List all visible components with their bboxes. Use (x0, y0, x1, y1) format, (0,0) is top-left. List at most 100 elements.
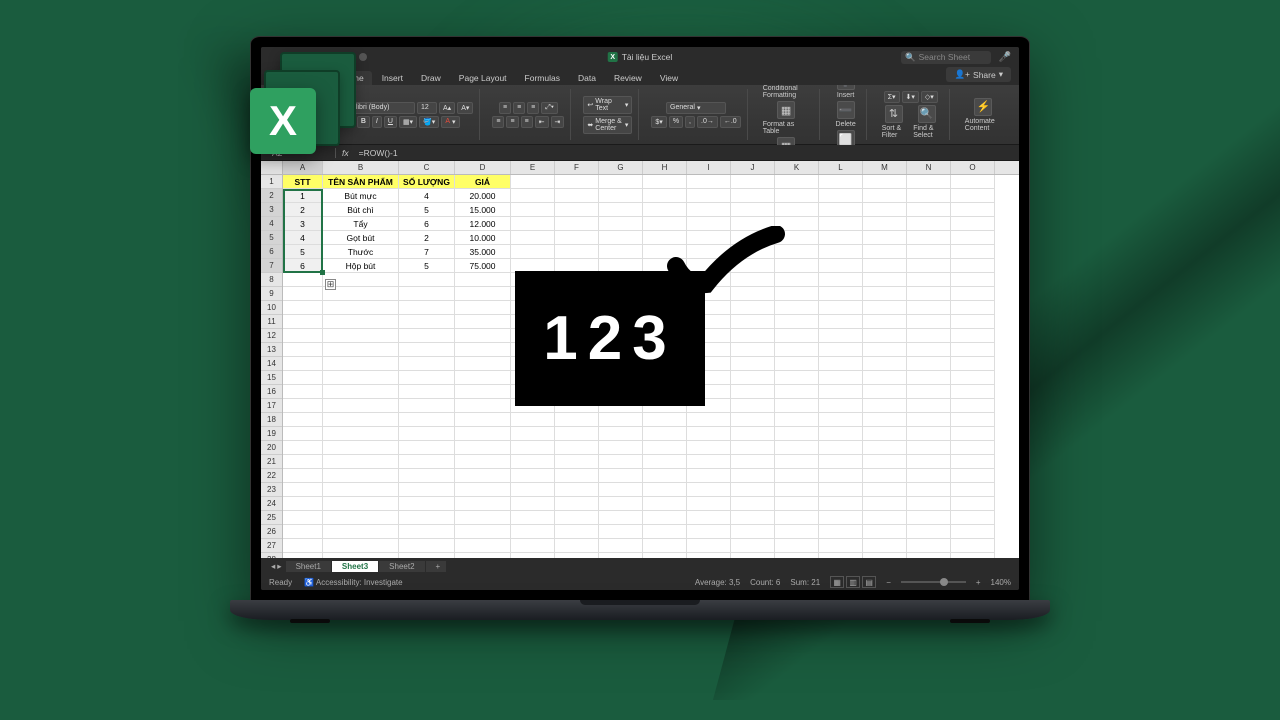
cell[interactable] (951, 525, 995, 539)
cell[interactable]: 20.000 (455, 189, 511, 203)
orientation-button[interactable]: ⤢▾ (541, 102, 558, 114)
cell[interactable] (907, 231, 951, 245)
cell[interactable] (599, 539, 643, 553)
cell[interactable] (283, 315, 323, 329)
cell[interactable] (907, 301, 951, 315)
cell[interactable] (599, 413, 643, 427)
cell[interactable] (511, 427, 555, 441)
cell[interactable] (775, 511, 819, 525)
column-header-E[interactable]: E (511, 161, 555, 174)
select-all-corner[interactable] (261, 161, 283, 175)
cell[interactable] (863, 343, 907, 357)
cell[interactable] (399, 483, 455, 497)
cell[interactable] (863, 371, 907, 385)
cell[interactable] (731, 175, 775, 189)
cell[interactable]: 6 (399, 217, 455, 231)
row-header-20[interactable]: 20 (261, 441, 282, 455)
cell[interactable] (819, 497, 863, 511)
cell[interactable] (283, 455, 323, 469)
sheet-tab-2[interactable]: Sheet3 (332, 561, 379, 572)
cell[interactable] (687, 511, 731, 525)
row-header-13[interactable]: 13 (261, 343, 282, 357)
cell[interactable] (399, 413, 455, 427)
cell[interactable] (907, 413, 951, 427)
row-headers[interactable]: 1234567891011121314151617181920212223242… (261, 161, 283, 558)
cell[interactable] (907, 315, 951, 329)
cell[interactable] (323, 427, 399, 441)
row-header-17[interactable]: 17 (261, 399, 282, 413)
underline-button[interactable]: U (384, 116, 397, 128)
cell[interactable] (731, 553, 775, 558)
align-top-button[interactable]: ≡ (499, 102, 511, 114)
mic-icon[interactable]: 🎤 (999, 52, 1011, 63)
row-header-24[interactable]: 24 (261, 497, 282, 511)
cell[interactable]: Gọt bút (323, 231, 399, 245)
cell[interactable] (455, 497, 511, 511)
cell[interactable]: Tẩy (323, 217, 399, 231)
cell[interactable] (283, 427, 323, 441)
cell[interactable] (555, 217, 599, 231)
cell[interactable] (511, 231, 555, 245)
cell[interactable] (731, 511, 775, 525)
cell[interactable] (555, 203, 599, 217)
align-center-button[interactable]: ≡ (506, 116, 518, 128)
cell[interactable] (323, 469, 399, 483)
cell[interactable] (455, 441, 511, 455)
cell[interactable] (643, 511, 687, 525)
percent-button[interactable]: % (669, 116, 683, 128)
row-header-28[interactable]: 28 (261, 553, 282, 558)
tab-review[interactable]: Review (606, 71, 650, 85)
cell[interactable] (951, 413, 995, 427)
cell[interactable] (599, 245, 643, 259)
cell[interactable]: 7 (399, 245, 455, 259)
cell[interactable] (819, 357, 863, 371)
cell[interactable] (863, 455, 907, 469)
cell[interactable] (687, 483, 731, 497)
cell[interactable] (775, 329, 819, 343)
cell[interactable]: SỐ LƯỢNG (399, 175, 455, 189)
row-header-10[interactable]: 10 (261, 301, 282, 315)
cell[interactable] (511, 469, 555, 483)
cell[interactable] (863, 553, 907, 558)
cell[interactable] (455, 385, 511, 399)
border-button[interactable]: ▦▾ (399, 116, 417, 128)
cell[interactable] (555, 525, 599, 539)
cell[interactable]: STT (283, 175, 323, 189)
row-header-14[interactable]: 14 (261, 357, 282, 371)
cell[interactable] (399, 385, 455, 399)
cell[interactable] (775, 427, 819, 441)
cell[interactable] (819, 553, 863, 558)
cell[interactable] (819, 469, 863, 483)
cell[interactable] (775, 455, 819, 469)
cell[interactable] (511, 217, 555, 231)
cell[interactable] (731, 189, 775, 203)
column-header-A[interactable]: A (283, 161, 323, 174)
cell[interactable] (731, 203, 775, 217)
cell[interactable] (283, 483, 323, 497)
cell[interactable] (283, 329, 323, 343)
cell[interactable] (863, 259, 907, 273)
cell[interactable] (731, 399, 775, 413)
cell[interactable] (455, 413, 511, 427)
font-color-button[interactable]: A▾ (441, 116, 459, 128)
row-header-4[interactable]: 4 (261, 217, 282, 231)
cell[interactable] (599, 455, 643, 469)
cell[interactable] (731, 497, 775, 511)
cell[interactable] (399, 455, 455, 469)
cell[interactable] (775, 483, 819, 497)
cell[interactable] (819, 441, 863, 455)
cell[interactable] (863, 511, 907, 525)
cell[interactable] (555, 455, 599, 469)
cell[interactable] (863, 287, 907, 301)
cell[interactable] (455, 469, 511, 483)
cell[interactable] (687, 441, 731, 455)
cell[interactable] (455, 301, 511, 315)
cell[interactable] (399, 399, 455, 413)
cell[interactable] (455, 399, 511, 413)
cell[interactable] (863, 441, 907, 455)
row-header-23[interactable]: 23 (261, 483, 282, 497)
cell[interactable] (511, 553, 555, 558)
cell[interactable] (775, 553, 819, 558)
font-size-dropdown[interactable]: 12 (417, 102, 437, 114)
maximize-dot[interactable] (359, 53, 367, 61)
